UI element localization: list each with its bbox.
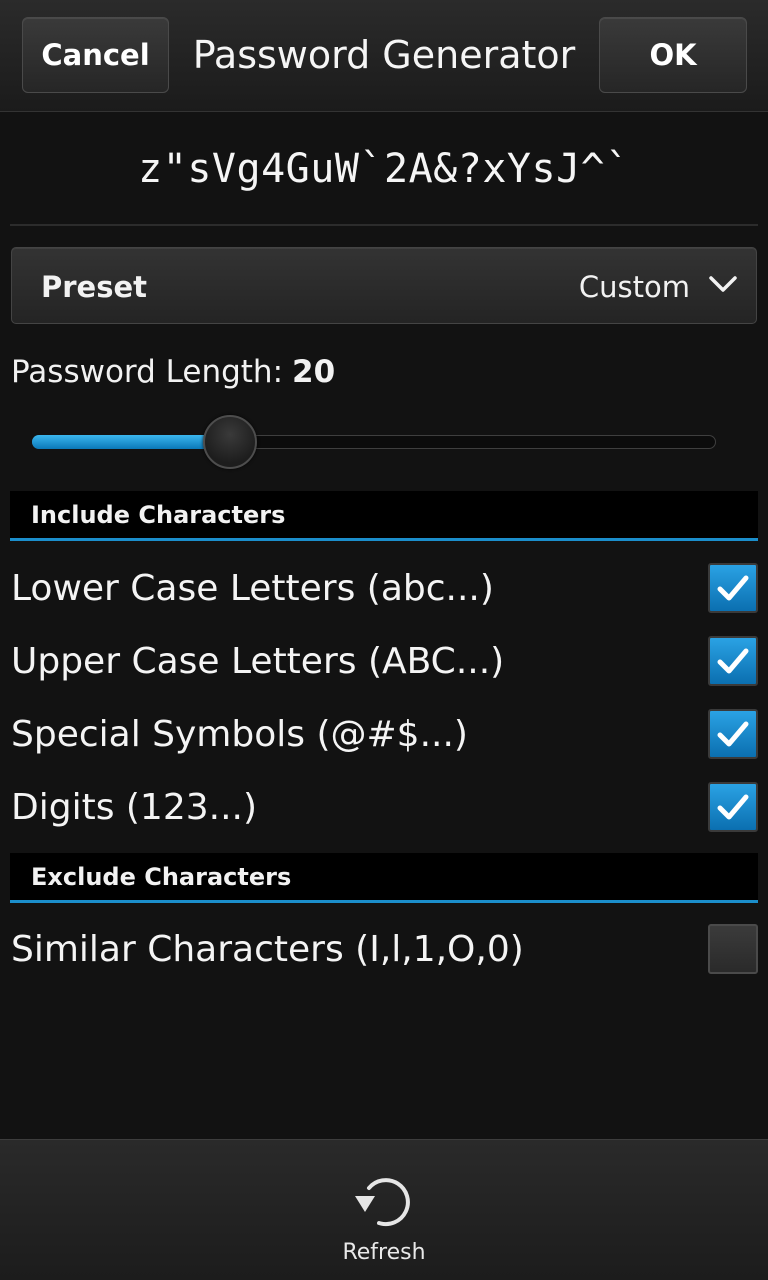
chevron-down-icon xyxy=(709,276,737,292)
digits-label: Digits (123...) xyxy=(11,786,258,828)
checkmark-icon xyxy=(717,575,749,601)
lowercase-checkbox[interactable] xyxy=(708,563,758,613)
cancel-button[interactable]: Cancel xyxy=(22,17,169,93)
preset-label: Preset xyxy=(41,269,148,304)
uppercase-checkbox[interactable] xyxy=(708,636,758,686)
generated-password: z"sVg4GuW`2A&?xYsJ^` xyxy=(138,146,630,192)
checkmark-icon xyxy=(717,721,749,747)
password-length-row: Password Length: 20 xyxy=(11,350,335,394)
symbols-checkbox[interactable] xyxy=(708,709,758,759)
refresh-button[interactable]: Refresh xyxy=(314,1154,454,1274)
symbols-label: Special Symbols (@#$...) xyxy=(11,713,468,755)
digits-checkbox[interactable] xyxy=(708,782,758,832)
ok-button[interactable]: OK xyxy=(599,17,747,93)
exclude-section-header: Exclude Characters xyxy=(10,853,758,903)
exclude-section-title: Exclude Characters xyxy=(31,862,292,891)
include-section-title: Include Characters xyxy=(31,500,286,529)
app-screen: Cancel Password Generator OK z"sVg4GuW`2… xyxy=(0,0,768,1280)
slider-fill xyxy=(32,435,231,449)
checkmark-icon xyxy=(717,648,749,674)
lowercase-label: Lower Case Letters (abc...) xyxy=(11,567,494,609)
refresh-label: Refresh xyxy=(342,1240,426,1265)
uppercase-label: Upper Case Letters (ABC...) xyxy=(11,640,505,682)
preset-selected-value: Custom xyxy=(578,269,690,304)
digits-option[interactable]: Digits (123...) xyxy=(0,771,768,843)
title-bar: Cancel Password Generator OK xyxy=(0,0,768,112)
slider-thumb[interactable] xyxy=(203,415,258,469)
action-bar: Refresh xyxy=(0,1139,768,1280)
checkmark-icon xyxy=(717,794,749,820)
divider xyxy=(10,224,758,226)
similar-characters-label: Similar Characters (I,l,1,O,0) xyxy=(11,928,524,970)
uppercase-option[interactable]: Upper Case Letters (ABC...) xyxy=(0,625,768,697)
page-title: Password Generator xyxy=(192,33,576,77)
password-length-slider[interactable] xyxy=(32,414,716,470)
refresh-icon xyxy=(355,1178,410,1227)
password-length-label: Password Length: xyxy=(11,354,284,390)
include-section-header: Include Characters xyxy=(10,491,758,541)
similar-characters-option[interactable]: Similar Characters (I,l,1,O,0) xyxy=(0,913,768,985)
lowercase-option[interactable]: Lower Case Letters (abc...) xyxy=(0,552,768,624)
similar-characters-checkbox[interactable] xyxy=(708,924,758,974)
preset-dropdown[interactable]: Preset Custom xyxy=(11,247,757,324)
password-length-value: 20 xyxy=(292,354,336,390)
symbols-option[interactable]: Special Symbols (@#$...) xyxy=(0,698,768,770)
